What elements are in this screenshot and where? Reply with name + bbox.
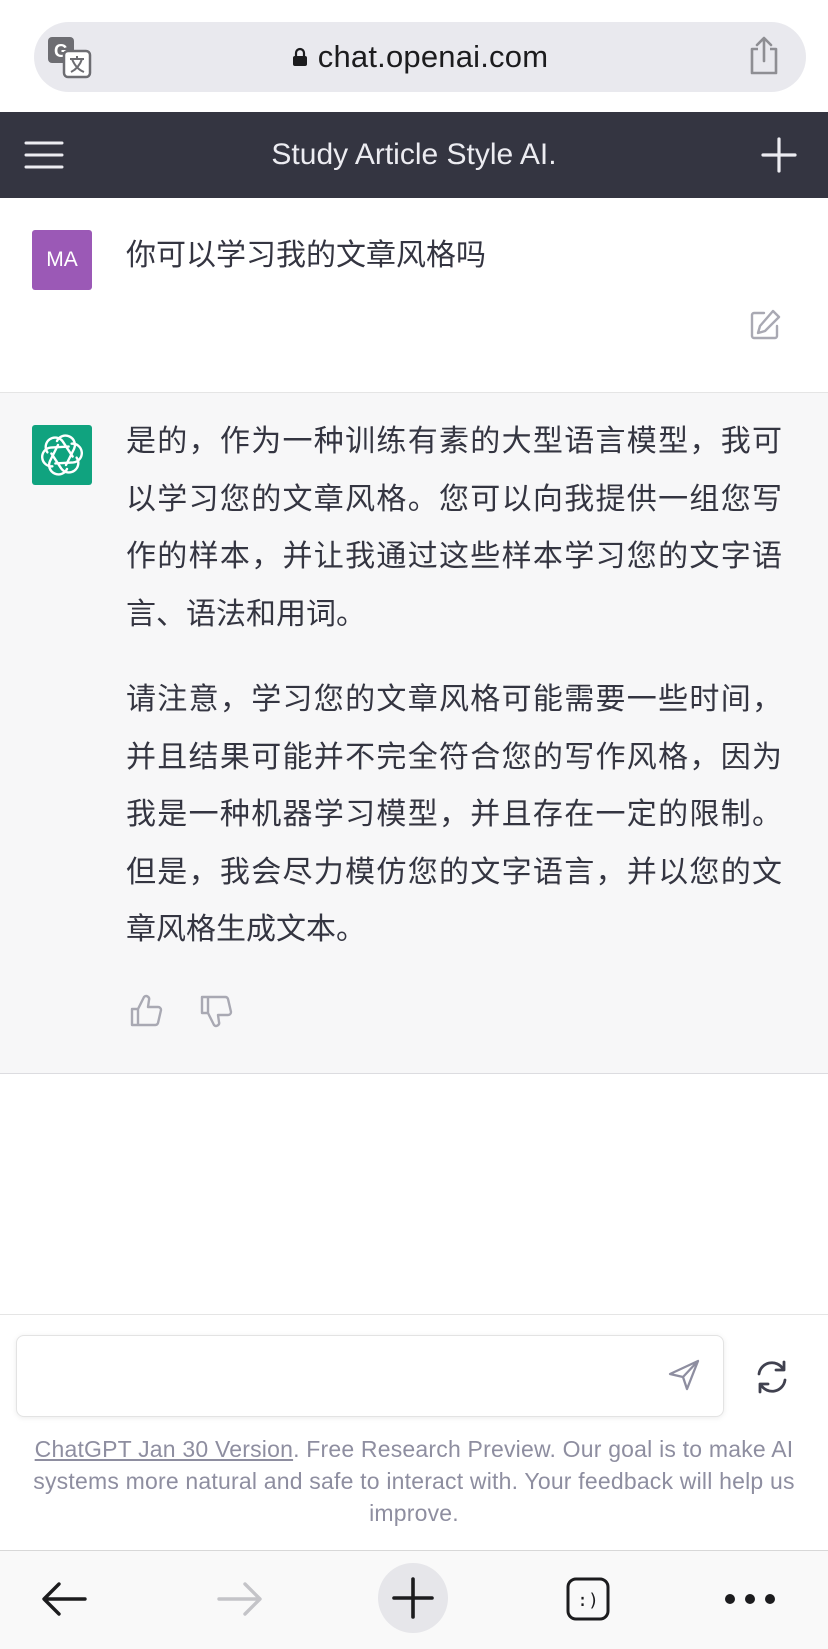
menu-icon[interactable] — [24, 137, 64, 173]
share-icon[interactable] — [746, 35, 782, 77]
address-bar[interactable]: G chat.openai.com — [34, 22, 806, 92]
arrow-left-icon — [42, 1582, 87, 1616]
disclaimer: ChatGPT Jan 30 Version. Free Research Pr… — [20, 1433, 808, 1529]
browser-toolbar: :) — [0, 1550, 828, 1649]
assistant-message: 是的，作为一种训练有素的大型语言模型，我可以学习您的文章风格。您可以向我提供一组… — [0, 393, 828, 1074]
composer: ChatGPT Jan 30 Version. Free Research Pr… — [0, 1314, 828, 1551]
url-text: chat.openai.com — [317, 39, 549, 74]
openai-logo-icon — [32, 425, 92, 485]
assistant-message-text: 是的，作为一种训练有素的大型语言模型，我可以学习您的文章风格。您可以向我提供一组… — [126, 413, 782, 987]
arrow-right-icon — [217, 1582, 262, 1616]
forward-button[interactable] — [208, 1567, 272, 1631]
avatar: MA — [32, 230, 92, 290]
url-display[interactable]: chat.openai.com — [114, 22, 726, 92]
tabs-icon: :) — [566, 1577, 610, 1621]
more-dots-icon — [725, 1594, 775, 1604]
plus-icon[interactable] — [760, 136, 798, 174]
version-link[interactable]: ChatGPT Jan 30 Version — [35, 1436, 293, 1462]
regenerate-icon[interactable] — [754, 1359, 790, 1395]
message-input[interactable] — [33, 1346, 657, 1408]
message-input-box[interactable] — [16, 1335, 724, 1417]
thumbs-down-icon[interactable] — [198, 993, 234, 1029]
app-header: Study Article Style AI. — [0, 112, 828, 198]
thumbs-up-icon[interactable] — [128, 993, 164, 1029]
more-button[interactable] — [718, 1567, 782, 1631]
tabs-label: :) — [577, 1590, 599, 1611]
assistant-paragraph: 请注意，学习您的文章风格可能需要一些时间，并且结果可能并不完全符合您的写作风格，… — [126, 682, 782, 947]
translate-icon[interactable]: G — [46, 35, 92, 79]
tabs-button[interactable]: :) — [556, 1567, 620, 1631]
send-icon[interactable] — [667, 1358, 701, 1392]
user-message: MA 你可以学习我的文章风格吗 — [0, 198, 828, 393]
back-button[interactable] — [32, 1567, 96, 1631]
assistant-paragraph: 是的，作为一种训练有素的大型语言模型，我可以学习您的文章风格。您可以向我提供一组… — [126, 424, 782, 632]
lock-icon — [292, 47, 307, 66]
new-tab-button[interactable] — [378, 1563, 448, 1633]
plus-icon — [392, 1577, 434, 1619]
edit-icon[interactable] — [748, 308, 782, 342]
feedback-buttons — [128, 993, 234, 1029]
conversation-title: Study Article Style AI. — [271, 138, 557, 171]
browser-address-area: G chat.openai.com — [0, 0, 828, 112]
user-message-text: 你可以学习我的文章风格吗 — [126, 238, 486, 273]
